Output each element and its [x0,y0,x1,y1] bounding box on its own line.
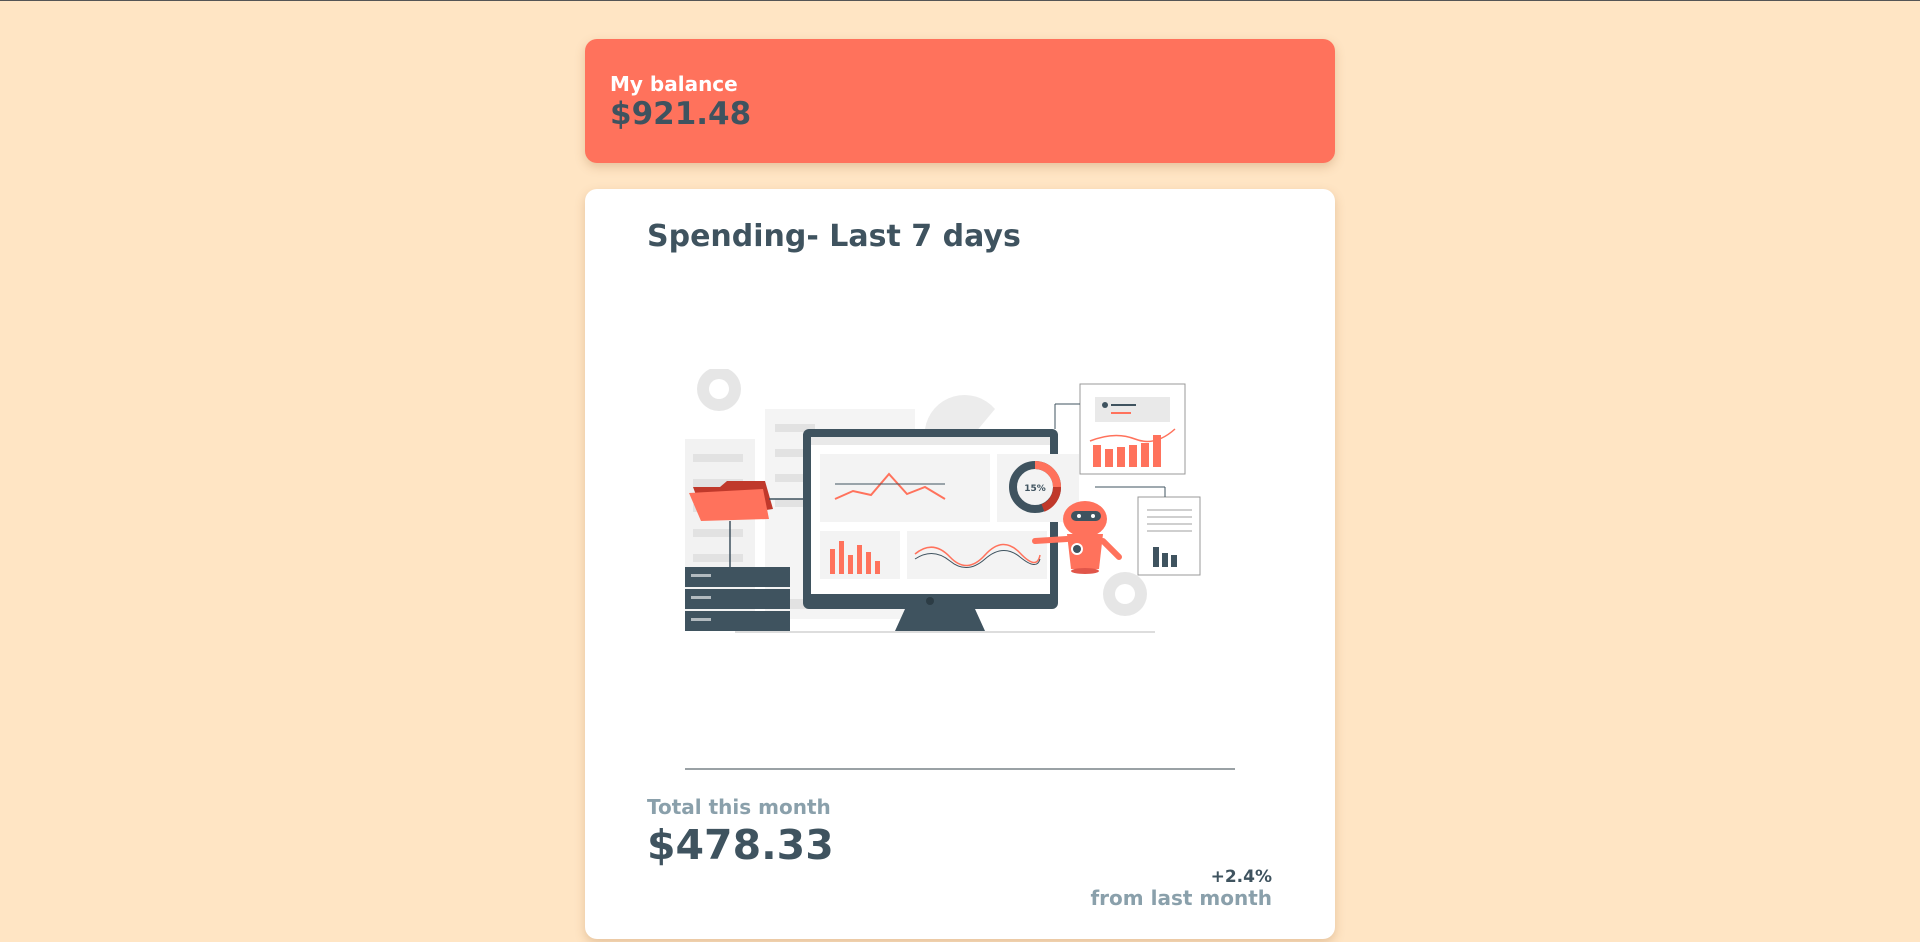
balance-card: My balance $921.48 [585,39,1335,163]
change-label: from last month [1090,886,1272,910]
balance-label: My balance [610,72,738,96]
donut-percent-label: 15% [1024,484,1046,494]
divider [685,768,1235,770]
dashboard-illustration-icon: 15% [685,369,1201,633]
change-percent: +2.4% [1210,867,1272,887]
spending-card: Spending- Last 7 days 15% Total this mon… [585,189,1335,939]
top-border [0,0,1920,1]
balance-amount: $921.48 [610,96,752,132]
spending-title: Spending- Last 7 days [647,219,1021,254]
total-amount: $478.33 [647,821,834,869]
total-label: Total this month [647,795,831,819]
